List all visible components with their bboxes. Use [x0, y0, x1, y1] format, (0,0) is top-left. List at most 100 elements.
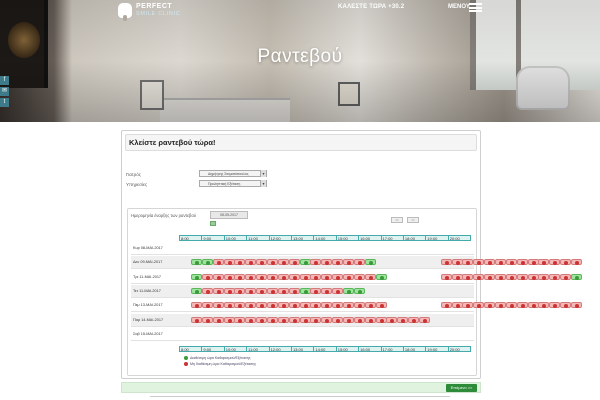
hour-cell: 16:00: [358, 235, 381, 241]
available-slot[interactable]: [364, 259, 376, 266]
cross-icon: [336, 261, 341, 266]
cross-icon: [303, 275, 308, 280]
available-slot[interactable]: [375, 273, 387, 280]
cross-icon: [564, 261, 569, 266]
unavailable-slot: [494, 259, 506, 266]
hour-cell: 20:00: [447, 235, 472, 241]
cross-icon: [205, 304, 210, 309]
clinic-logo[interactable]: PERFECT SMILE CLINIC: [118, 3, 180, 21]
cross-icon: [260, 304, 265, 309]
day-row: Σαβ 15-ΜΑΙ-2017: [131, 328, 474, 341]
start-date-input[interactable]: 08-05-2017: [210, 211, 248, 219]
unavailable-slot: [538, 259, 550, 266]
page-title: Ραντεβού: [257, 46, 343, 67]
cross-icon: [564, 304, 569, 309]
calendar-icon[interactable]: [210, 221, 216, 226]
day-row: Κυρ 08-ΜΑΙ-2017: [131, 242, 474, 255]
service-select[interactable]: Προληπτική Εξέταση: [199, 180, 267, 187]
unavailable-slot: [527, 259, 539, 266]
unavailable-slot: [245, 259, 257, 266]
available-slot[interactable]: [191, 273, 202, 280]
unavailable-slot: [560, 273, 572, 280]
cross-icon: [249, 275, 254, 280]
available-slot[interactable]: [353, 287, 365, 294]
unavailable-slot: [299, 273, 311, 280]
facebook-icon[interactable]: f: [0, 76, 9, 85]
email-icon[interactable]: ✉: [0, 87, 9, 96]
unavailable-slot: [277, 287, 289, 294]
unavailable-slot: [245, 316, 257, 323]
cross-icon: [488, 261, 493, 266]
unavailable-slot: [234, 259, 246, 266]
unavailable-slot: [549, 273, 561, 280]
cross-icon: [249, 289, 254, 294]
available-slot[interactable]: [570, 273, 582, 280]
hours-header-bottom: 8:00 9:00 10:00 11:00 12:00 13:00 14:00 15:00 16…: [179, 346, 472, 352]
cross-icon: [466, 304, 471, 309]
available-slot[interactable]: [342, 287, 354, 294]
unavailable-slot: [570, 259, 582, 266]
prev-week-button[interactable]: <<: [391, 217, 403, 223]
available-slot[interactable]: [191, 287, 202, 294]
unavailable-slot: [364, 302, 376, 309]
twitter-icon[interactable]: t: [0, 98, 9, 107]
next-week-button[interactable]: >>: [407, 217, 419, 223]
available-slot[interactable]: [299, 259, 311, 266]
cross-icon: [314, 275, 319, 280]
day-label: Πεμ 13-ΜΑΙ-2017: [133, 303, 163, 308]
cross-icon: [379, 304, 384, 309]
cross-icon: [509, 304, 514, 309]
cross-icon: [488, 275, 493, 280]
day-label: Δευ 09-ΜΑΙ-2017: [133, 260, 163, 265]
hour-cell: 8:00: [179, 235, 202, 241]
available-slot[interactable]: [191, 259, 202, 266]
cross-icon: [303, 318, 308, 323]
cross-icon: [325, 289, 330, 294]
unavailable-slot: [473, 273, 485, 280]
cross-icon: [531, 304, 536, 309]
unavailable-slot: [364, 273, 376, 280]
call-now-link[interactable]: ΚΑΛΕΣΤΕ ΤΩΡΑ +30.2: [338, 4, 404, 10]
check-icon: [195, 275, 199, 280]
day-label: Τρι 11-ΜΑΙ-2017: [133, 274, 162, 279]
cross-icon: [455, 261, 460, 266]
unavailable-slot: [191, 316, 202, 323]
unavailable-slot: [288, 287, 300, 294]
cross-icon: [249, 318, 254, 323]
doctor-select[interactable]: Δημήτρης Σταματόπουλος: [199, 170, 267, 177]
unavailable-slot: [288, 259, 300, 266]
cross-icon: [314, 261, 319, 266]
available-slot[interactable]: [299, 287, 311, 294]
cross-icon: [520, 304, 525, 309]
unavailable-slot: [321, 316, 333, 323]
cross-icon: [368, 304, 373, 309]
unavailable-slot: [505, 273, 517, 280]
hour-cell: 14:00: [313, 235, 336, 241]
unavailable-slot: [201, 273, 213, 280]
unavailable-slot: [256, 259, 268, 266]
unavailable-slot: [256, 273, 268, 280]
menu-label[interactable]: ΜΕΝΟΥ: [448, 4, 470, 10]
cross-icon: [216, 318, 221, 323]
hamburger-icon[interactable]: [469, 3, 482, 12]
cross-icon: [520, 261, 525, 266]
unavailable-slot: [223, 273, 235, 280]
unavailable-slot: [440, 302, 452, 309]
cross-icon: [336, 289, 341, 294]
unavailable-slot: [570, 302, 582, 309]
hour-cell: 17:00: [380, 235, 403, 241]
next-step-button[interactable]: Επόμενο >>: [446, 384, 477, 392]
available-slot[interactable]: [201, 259, 213, 266]
hour-cell: 9:00: [201, 346, 224, 352]
unavailable-slot: [473, 259, 485, 266]
cross-icon: [260, 275, 265, 280]
day-label: Σαβ 15-ΜΑΙ-2017: [133, 331, 163, 336]
unavailable-slot: [299, 316, 311, 323]
unavailable-slot: [494, 273, 506, 280]
unavailable-slot: [451, 259, 463, 266]
unavailable-slot: [505, 259, 517, 266]
hour-cell: 12:00: [268, 346, 291, 352]
unavailable-slot: [212, 259, 224, 266]
unavailable-slot: [386, 316, 398, 323]
cross-icon: [346, 261, 351, 266]
